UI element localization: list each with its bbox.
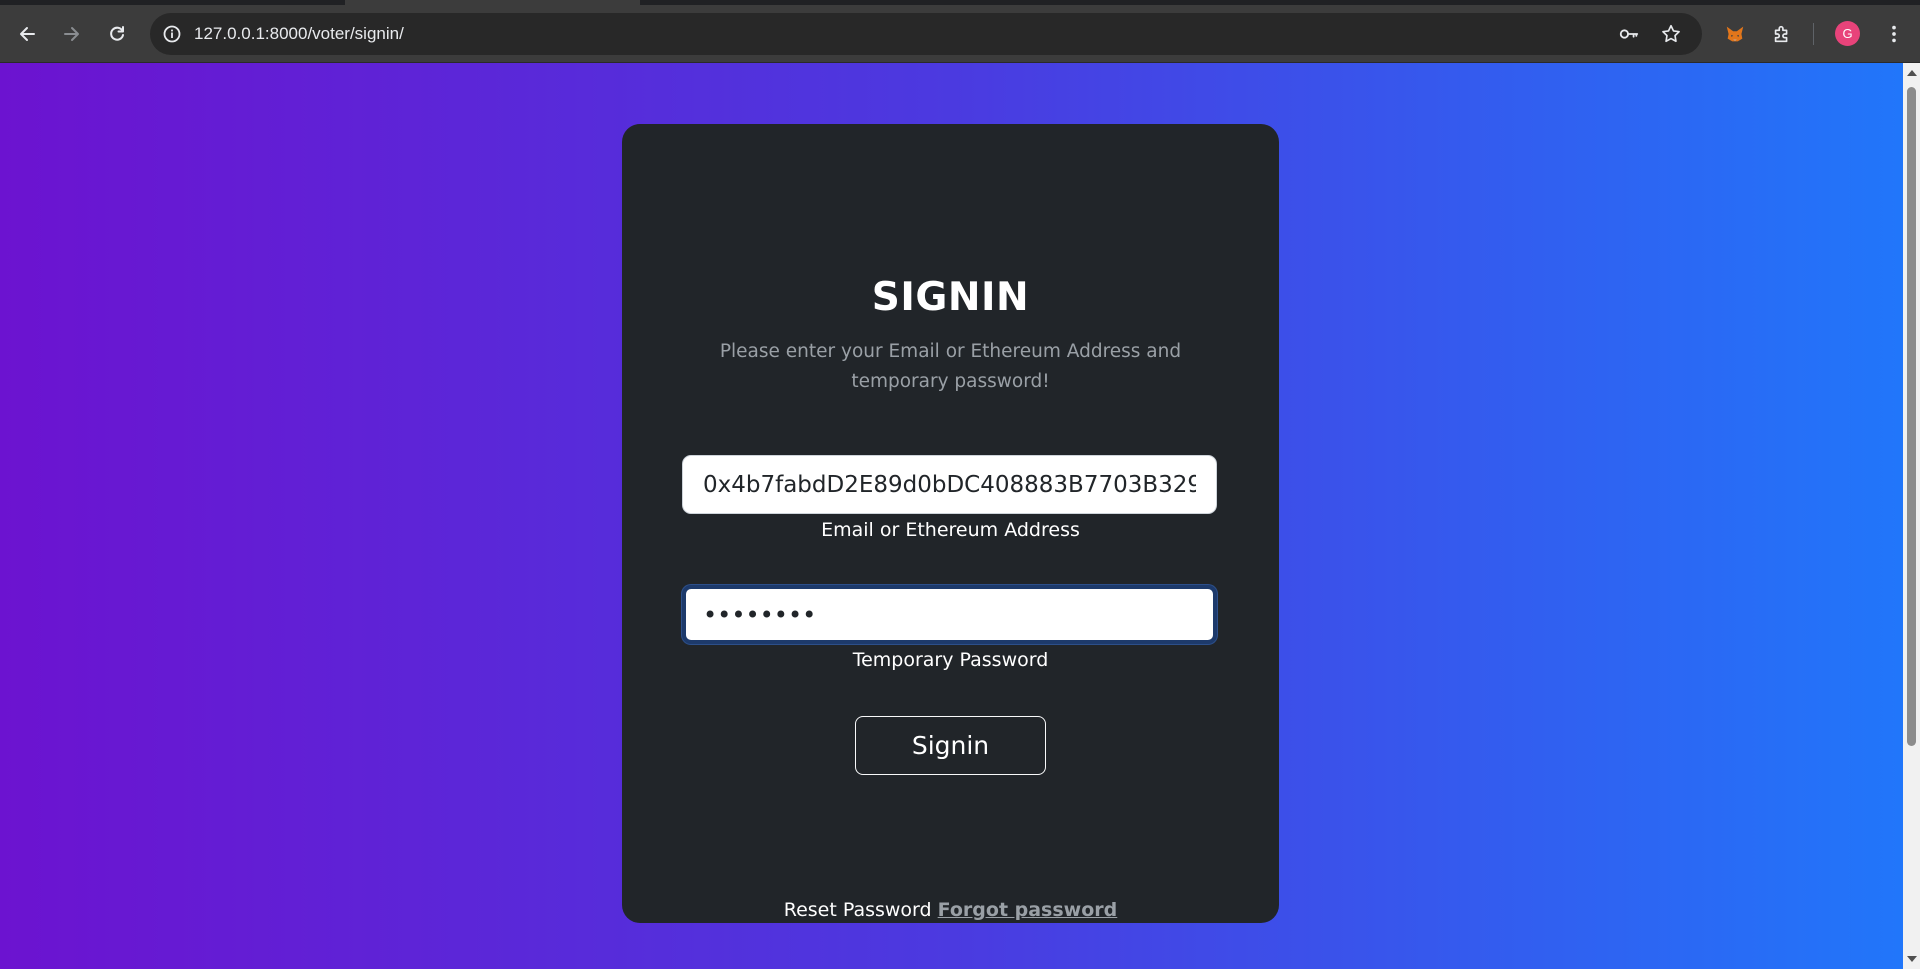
password-field[interactable]: [682, 585, 1217, 644]
vertical-scrollbar[interactable]: [1903, 63, 1920, 969]
bookmark-star-icon[interactable]: [1660, 23, 1682, 45]
reload-button[interactable]: [99, 16, 135, 52]
password-label: Temporary Password: [852, 649, 1049, 671]
tab-strip-edge: [0, 0, 345, 5]
scroll-thumb[interactable]: [1907, 87, 1916, 746]
forward-icon: [64, 27, 79, 41]
forgot-password-link[interactable]: Forgot password: [938, 899, 1118, 921]
scroll-up-arrow-icon[interactable]: [1907, 70, 1917, 76]
url-text[interactable]: 127.0.0.1:8000/voter/signin/: [194, 24, 404, 44]
email-label: Email or Ethereum Address: [821, 519, 1080, 541]
signin-card: SIGNIN Please enter your Email or Ethere…: [622, 124, 1279, 923]
signin-button[interactable]: Signin: [855, 716, 1046, 775]
page-viewport: SIGNIN Please enter your Email or Ethere…: [0, 63, 1903, 969]
back-icon: [20, 27, 35, 41]
browser-toolbar: 127.0.0.1:8000/voter/signin/ G: [0, 0, 1920, 63]
footer-links: Reset Password Forgot password: [622, 899, 1279, 921]
signin-subtitle: Please enter your Email or Ethereum Addr…: [719, 341, 1182, 392]
address-bar[interactable]: 127.0.0.1:8000/voter/signin/: [150, 13, 1702, 55]
metamask-extension-icon[interactable]: [1717, 16, 1753, 52]
email-field[interactable]: [682, 455, 1217, 514]
extensions-puzzle-icon[interactable]: [1764, 16, 1800, 52]
back-button[interactable]: [9, 16, 45, 52]
reload-icon: [110, 26, 124, 41]
page-title: SIGNIN: [871, 275, 1030, 320]
reset-password-text: Reset Password: [783, 899, 932, 921]
profile-avatar[interactable]: G: [1835, 21, 1860, 46]
toolbar-divider: [1813, 23, 1814, 45]
kebab-menu-icon[interactable]: [1876, 16, 1912, 52]
scroll-down-arrow-icon[interactable]: [1907, 956, 1917, 962]
site-info-icon[interactable]: [162, 24, 182, 44]
password-key-icon[interactable]: [1618, 23, 1640, 45]
forward-button[interactable]: [54, 16, 90, 52]
tab-strip-edge: [640, 0, 1920, 5]
